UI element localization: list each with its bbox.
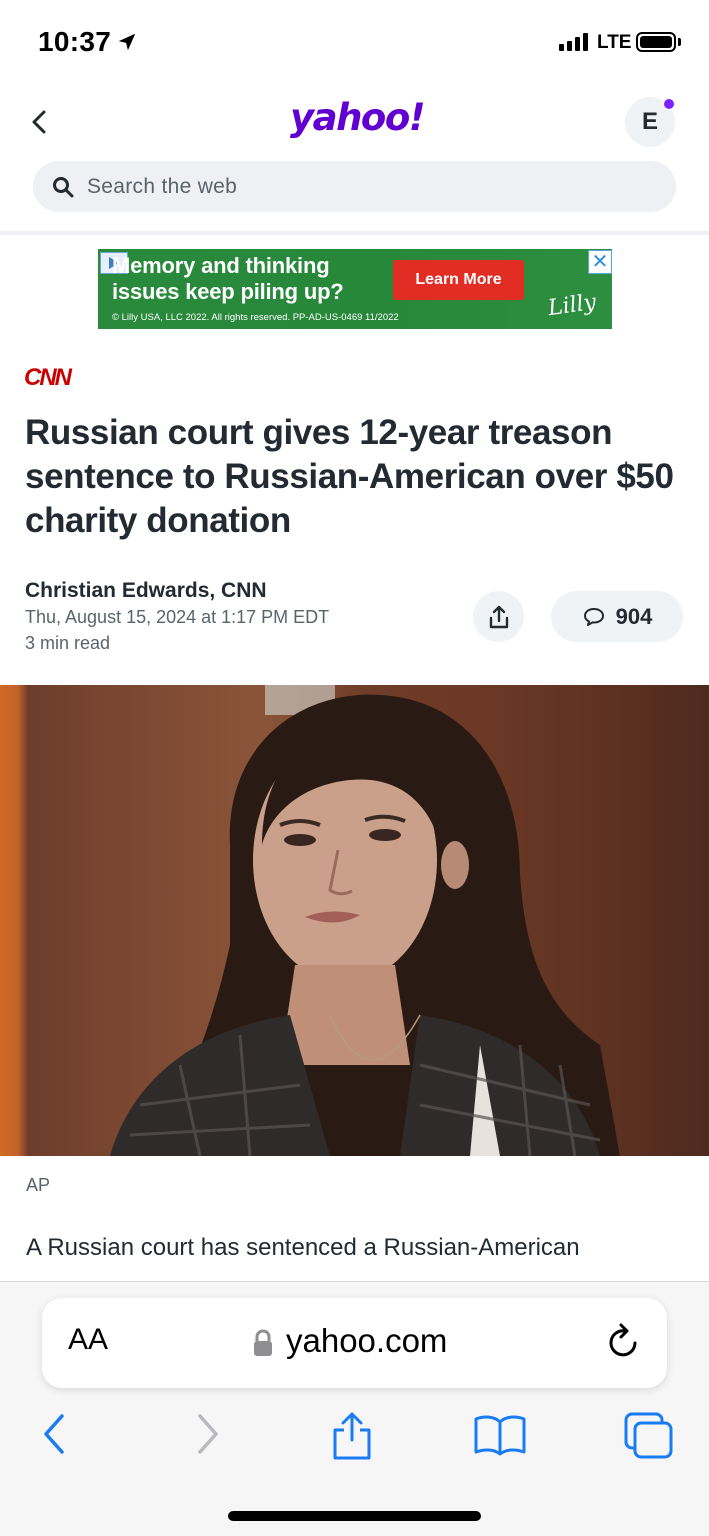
article-photo[interactable]: [0, 685, 709, 1156]
ad-legal-text: © Lilly USA, LLC 2022. All rights reserv…: [112, 312, 399, 323]
search-placeholder: Search the web: [87, 174, 238, 198]
ad-close-icon[interactable]: ✕: [588, 250, 612, 274]
article-author: Christian Edwards, CNN: [25, 579, 267, 602]
advertisement-banner[interactable]: Memory and thinking issues keep piling u…: [98, 249, 612, 329]
location-arrow-icon: [118, 33, 136, 51]
notification-dot: [663, 98, 675, 110]
ad-brand-logo: Lilly: [546, 289, 598, 322]
share-icon[interactable]: [328, 1410, 376, 1462]
ad-headline: Memory and thinking issues keep piling u…: [112, 253, 344, 305]
share-icon: [489, 605, 508, 628]
battery-icon: [636, 32, 676, 52]
share-button[interactable]: [473, 591, 524, 642]
status-bar: 10:37 LTE: [0, 0, 709, 84]
status-time: 10:37: [38, 26, 112, 57]
tabs-icon[interactable]: [622, 1410, 676, 1460]
avatar-initial: E: [641, 108, 658, 135]
ad-learn-more-button[interactable]: Learn More: [393, 260, 524, 300]
search-icon: [53, 176, 74, 197]
search-input[interactable]: Search the web: [33, 161, 676, 212]
url-text[interactable]: yahoo.com: [286, 1322, 447, 1360]
forward-icon[interactable]: [190, 1410, 224, 1458]
comment-count: 904: [615, 603, 653, 629]
back-chevron-icon[interactable]: [26, 106, 54, 138]
signal-bars-icon: [559, 33, 588, 51]
comment-bubble-icon: [583, 607, 604, 626]
photo-credit: AP: [26, 1175, 51, 1195]
header-divider: [0, 231, 709, 235]
article-headline: Russian court gives 12-year treason sent…: [25, 413, 674, 540]
battery-tip: [678, 38, 681, 46]
home-indicator[interactable]: [228, 1511, 481, 1521]
article-body-text: A Russian court has sentenced a Russian-…: [26, 1234, 580, 1261]
article-read-time: 3 min read: [25, 633, 111, 653]
back-icon[interactable]: [38, 1410, 72, 1458]
article-date: Thu, August 15, 2024 at 1:17 PM EDT: [25, 607, 330, 627]
reload-icon[interactable]: [605, 1321, 643, 1361]
ad-headline-line1: Memory and thinking: [112, 253, 330, 278]
lock-icon: [254, 1329, 272, 1356]
network-type: LTE: [597, 32, 632, 53]
text-size-button[interactable]: AA: [68, 1323, 108, 1357]
ad-headline-line2: issues keep piling up?: [112, 279, 344, 304]
yahoo-logo[interactable]: yahoo!: [290, 96, 426, 139]
bookmarks-icon[interactable]: [472, 1410, 528, 1458]
photo-illustration: [110, 685, 620, 1156]
cnn-logo[interactable]: CNN: [24, 364, 72, 392]
comments-button[interactable]: 904: [551, 591, 683, 642]
